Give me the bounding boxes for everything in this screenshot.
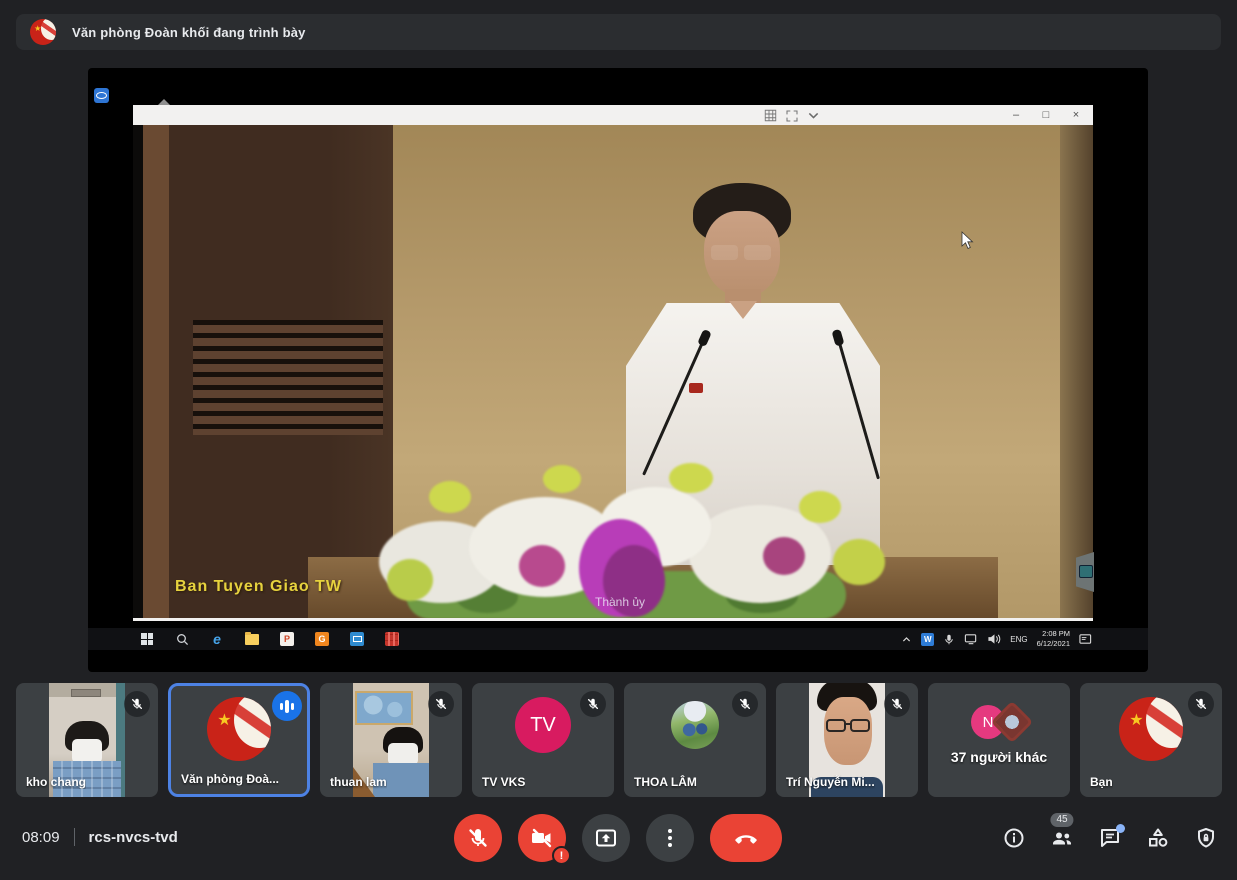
participant-tile-tv-vks[interactable]: TV TV VKS: [472, 683, 614, 797]
participant-name: Văn phòng Đoà...: [181, 772, 279, 786]
participant-count-badge: 45: [1050, 813, 1073, 827]
tray-chevron-up-icon: [901, 634, 912, 645]
participant-tile-you[interactable]: Bạn: [1080, 683, 1222, 797]
participant-initials-avatar: TV: [515, 697, 571, 753]
participant-photo-avatar: [671, 701, 719, 749]
coccoc-browser-icon: G: [315, 632, 329, 646]
shield-lock-icon: [1194, 826, 1218, 850]
start-button-icon: [140, 632, 154, 646]
activities-shapes-icon: [1146, 826, 1170, 850]
mic-muted-icon: [580, 691, 606, 717]
camera-off-icon: [530, 826, 554, 850]
mic-muted-icon: [1188, 691, 1214, 717]
participant-tile-kho-chang[interactable]: kho chang: [16, 683, 158, 797]
speaking-indicator-icon: [272, 691, 302, 721]
edge-browser-icon: e: [210, 632, 224, 646]
participants-button[interactable]: 45: [1050, 826, 1074, 850]
participant-name: Trí Nguyễn Mi...: [786, 775, 875, 789]
video-caption: Ban Tuyen Giao TW: [175, 578, 342, 596]
window-minimize-button: –: [1001, 105, 1031, 125]
video-watermark: Thành ủy: [595, 595, 645, 609]
participant-avatar: [1119, 697, 1183, 761]
participant-tile-others[interactable]: N 37 người khác: [928, 683, 1070, 797]
present-button[interactable]: [582, 814, 630, 862]
participant-name: TV VKS: [482, 775, 525, 789]
participant-tile-thuan-lam[interactable]: thuan lam: [320, 683, 462, 797]
window-restore-button: □: [1031, 105, 1061, 125]
meet-app: Văn phòng Đoàn khối đang trình bày – □ ×: [0, 0, 1237, 880]
tray-language-label: ENG: [1010, 635, 1027, 644]
participant-strip: kho chang Văn phòng Đoà... thuan lam TV: [16, 683, 1222, 797]
camera-alert-badge: !: [552, 846, 571, 865]
more-vertical-icon: [658, 826, 682, 850]
powerpoint-icon: P: [280, 632, 294, 646]
call-controls: !: [454, 814, 782, 862]
mic-toggle-button[interactable]: [454, 814, 502, 862]
tray-word-icon: W: [921, 633, 934, 646]
mic-muted-icon: [732, 691, 758, 717]
mouse-cursor: [961, 231, 974, 250]
participant-avatar: [207, 697, 271, 761]
mic-muted-icon: [428, 691, 454, 717]
windows-taskbar: e P G W ENG 2:08 PM 6/12/2021: [88, 628, 1148, 650]
participant-name: THOA LÂM: [634, 775, 697, 789]
shared-window-titlebar: – □ ×: [133, 105, 1093, 125]
screen-share-stage: – □ ×: [88, 68, 1148, 672]
speaker-video-feed: Ban Tuyen Giao TW Thành ủy: [133, 125, 1093, 618]
chat-unread-dot: [1116, 824, 1125, 833]
meeting-details-button[interactable]: [1002, 826, 1026, 850]
search-icon: [175, 632, 189, 646]
participant-tile-van-phong-doan[interactable]: Văn phòng Đoà...: [168, 683, 310, 797]
file-explorer-icon: [245, 632, 259, 646]
presenter-logo-avatar: [30, 19, 56, 45]
info-icon: [1002, 826, 1026, 850]
chat-button[interactable]: [1098, 826, 1122, 850]
presenting-banner-text: Văn phòng Đoàn khối đang trình bày: [72, 25, 306, 40]
people-icon: [1050, 826, 1074, 850]
participant-name: 37 người khác: [928, 749, 1070, 765]
tray-date: 6/12/2021: [1037, 639, 1070, 649]
teamviewer-panel-tab: [1076, 552, 1094, 592]
end-call-button[interactable]: [710, 814, 782, 862]
clock: 08:09: [22, 829, 60, 846]
presenting-banner: Văn phòng Đoàn khối đang trình bày: [16, 14, 1221, 50]
participant-tile-thoa-lam[interactable]: THOA LÂM: [624, 683, 766, 797]
tray-speaker-icon: [987, 633, 1001, 645]
tray-microphone-icon: [943, 633, 955, 646]
tray-notification-icon: [1079, 633, 1092, 645]
participant-name: thuan lam: [330, 775, 387, 789]
mic-muted-icon: [884, 691, 910, 717]
tray-clock: 2:08 PM 6/12/2021: [1037, 629, 1070, 649]
red-app-icon: [385, 632, 399, 646]
activities-button[interactable]: [1146, 826, 1170, 850]
host-controls-button[interactable]: [1194, 826, 1218, 850]
camera-toggle-button[interactable]: !: [518, 814, 566, 862]
participant-tile-tri-nguyen[interactable]: Trí Nguyễn Mi...: [776, 683, 918, 797]
teamviewer-icon: [94, 88, 109, 103]
divider: [74, 828, 75, 846]
end-call-icon: [733, 825, 759, 851]
window-close-button: ×: [1061, 105, 1091, 125]
mic-off-icon: [466, 826, 490, 850]
more-options-button[interactable]: [646, 814, 694, 862]
present-icon: [594, 826, 618, 850]
overflow-avatars: N: [928, 705, 1070, 739]
tray-time: 2:08 PM: [1042, 629, 1070, 639]
mic-muted-icon: [124, 691, 150, 717]
participant-name: kho chang: [26, 775, 86, 789]
grid-view-icon: [763, 108, 778, 123]
mail-app-icon: [350, 632, 364, 646]
flower-arrangement: [371, 453, 876, 618]
meeting-code: rcs-nvcs-tvd: [89, 829, 178, 846]
participant-name: Bạn: [1090, 775, 1113, 789]
fullscreen-icon: [785, 109, 799, 123]
meeting-info: 08:09 rcs-nvcs-tvd: [22, 828, 178, 846]
shared-app-window: – □ ×: [133, 105, 1093, 621]
tray-network-icon: [964, 633, 978, 645]
meeting-panels: 45: [1002, 826, 1218, 850]
chevron-down-icon: [806, 108, 821, 123]
